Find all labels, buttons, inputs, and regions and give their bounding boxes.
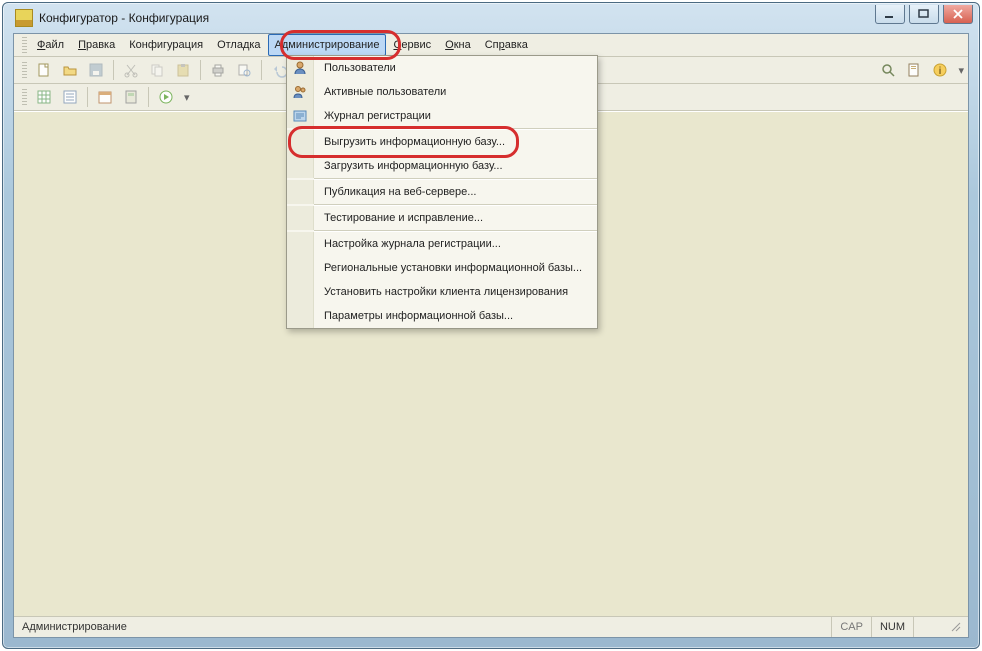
close-button[interactable] xyxy=(943,5,973,24)
preview-icon[interactable] xyxy=(232,58,256,82)
help-info-icon[interactable]: i xyxy=(928,58,952,82)
separator xyxy=(200,60,201,80)
menu-item-active-users[interactable]: Активные пользователи xyxy=(287,80,597,104)
grip-icon xyxy=(22,62,27,78)
menu-item-license-client[interactable]: Установить настройки клиента лицензирова… xyxy=(287,280,597,304)
status-extra xyxy=(913,617,948,637)
magnifier-icon[interactable] xyxy=(876,58,900,82)
menu-file[interactable]: Файл xyxy=(30,34,71,56)
status-context: Администрирование xyxy=(18,621,127,633)
menubar: Файл Правка Конфигурация Отладка Админис… xyxy=(14,34,968,57)
grip-icon xyxy=(22,89,27,105)
svg-text:i: i xyxy=(939,66,942,77)
menu-configuration[interactable]: Конфигурация xyxy=(122,34,210,56)
app-icon xyxy=(15,9,33,27)
titlebar[interactable]: Конфигуратор - Конфигурация xyxy=(13,3,969,33)
maximize-button[interactable] xyxy=(909,5,939,24)
run-play-icon[interactable] xyxy=(154,85,178,109)
menu-debug[interactable]: Отладка xyxy=(210,34,267,56)
window-title: Конфигуратор - Конфигурация xyxy=(39,11,209,25)
menu-item-reg-log-setup[interactable]: Настройка журнала регистрации... xyxy=(287,232,597,256)
print-icon[interactable] xyxy=(206,58,230,82)
menu-administration[interactable]: Администрирование xyxy=(268,34,387,56)
separator xyxy=(261,60,262,80)
administration-menu: Пользователи Активные пользователи Журна… xyxy=(286,55,598,329)
menu-item-import-db[interactable]: Загрузить информационную базу... xyxy=(287,154,597,178)
menu-item-regional[interactable]: Региональные установки информационной ба… xyxy=(287,256,597,280)
open-folder-icon[interactable] xyxy=(58,58,82,82)
status-cap: CAP xyxy=(831,617,871,637)
separator xyxy=(87,87,88,107)
menu-item-web-publish[interactable]: Публикация на веб-сервере... xyxy=(287,180,597,204)
copy-icon[interactable] xyxy=(145,58,169,82)
window-chrome: Конфигуратор - Конфигурация Файл Правка … xyxy=(2,2,980,649)
spreadsheet-icon[interactable] xyxy=(32,85,56,109)
chevron-down-icon[interactable]: ▾ xyxy=(954,64,968,77)
grip-icon xyxy=(22,37,27,53)
separator xyxy=(148,87,149,107)
save-icon[interactable] xyxy=(84,58,108,82)
menu-edit[interactable]: Правка xyxy=(71,34,122,56)
menu-item-reg-log[interactable]: Журнал регистрации xyxy=(287,104,597,128)
chevron-down-icon[interactable]: ▾ xyxy=(180,91,194,104)
statusbar: Администрирование CAP NUM xyxy=(14,616,968,637)
resize-grip-icon[interactable] xyxy=(948,617,964,637)
users-active-icon xyxy=(292,84,308,100)
new-file-icon[interactable] xyxy=(32,58,56,82)
menu-item-test-fix[interactable]: Тестирование и исправление... xyxy=(287,206,597,230)
calendar-icon[interactable] xyxy=(93,85,117,109)
calc-icon[interactable] xyxy=(119,85,143,109)
log-icon xyxy=(292,108,308,124)
clipboard-note-icon[interactable] xyxy=(902,58,926,82)
menu-windows[interactable]: Окна xyxy=(438,34,478,56)
cut-icon[interactable] xyxy=(119,58,143,82)
menu-item-users[interactable]: Пользователи xyxy=(287,56,597,80)
paste-icon[interactable] xyxy=(171,58,195,82)
menu-item-db-params[interactable]: Параметры информационной базы... xyxy=(287,304,597,328)
user-icon xyxy=(292,60,308,76)
menu-item-export-db[interactable]: Выгрузить информационную базу... xyxy=(287,130,597,154)
list-icon[interactable] xyxy=(58,85,82,109)
menu-service[interactable]: Сервис xyxy=(386,34,438,56)
separator xyxy=(113,60,114,80)
menu-help[interactable]: Справка xyxy=(478,34,535,56)
status-num: NUM xyxy=(871,617,913,637)
minimize-button[interactable] xyxy=(875,5,905,24)
